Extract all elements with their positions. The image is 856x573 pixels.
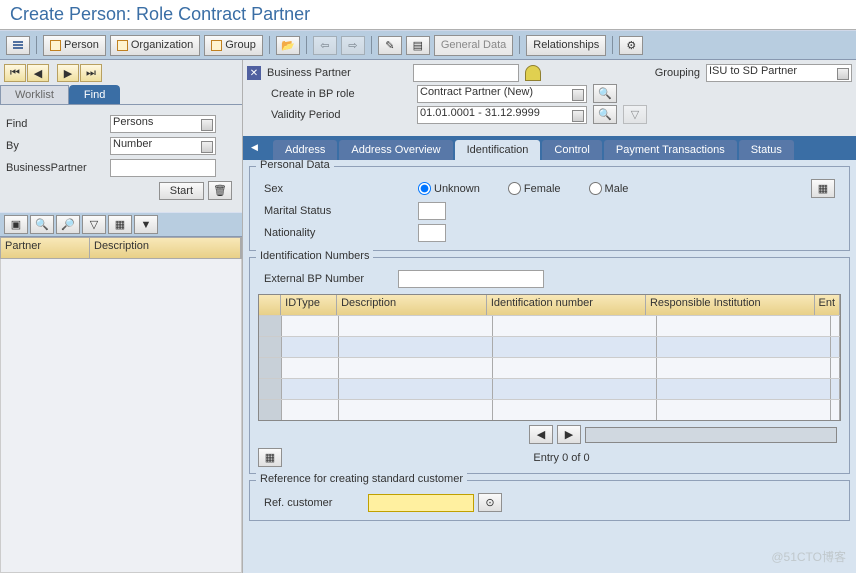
tab-status[interactable]: Status (739, 140, 794, 160)
role-select[interactable]: Contract Partner (New) (417, 85, 587, 103)
main-tabs: Address Address Overview Identification … (243, 136, 856, 160)
grid-config-icon[interactable]: ▦ (258, 448, 282, 467)
validity-input[interactable]: 01.01.0001 - 31.12.9999 (417, 106, 587, 124)
result-grid (0, 259, 242, 573)
col-partner[interactable]: Partner (1, 238, 90, 258)
page-left-icon[interactable]: ◀ (529, 425, 553, 444)
settings-icon[interactable]: ⚙ (619, 36, 643, 55)
find-label: Find (6, 118, 106, 130)
next-icon[interactable]: ▶ (57, 64, 79, 82)
by-select[interactable]: Number (110, 137, 216, 155)
back-icon[interactable]: ⇦ (313, 36, 337, 55)
main-toolbar: Person Organization Group 📂 ⇦ ⇨ ✎ ▤ Gene… (0, 30, 856, 60)
validity-label: Validity Period (271, 109, 411, 121)
grouping-select[interactable]: ISU to SD Partner (706, 64, 852, 82)
person-button[interactable]: Person (43, 35, 106, 56)
table-row[interactable] (259, 399, 840, 420)
left-pane: ⏮ ◀ ▶ ⏭ Worklist Find Find Persons By Numb… (0, 60, 243, 573)
ref-customer-input[interactable] (368, 494, 474, 512)
tab-content: Personal Data Sex Unknown Female Male ▦ … (243, 160, 856, 573)
find-icon[interactable]: 🔍 (30, 215, 54, 234)
row-selector-head (259, 295, 281, 315)
list-icon[interactable]: ▤ (406, 36, 430, 55)
tab-address[interactable]: Address (273, 140, 337, 160)
table-row[interactable] (259, 336, 840, 357)
layout-icon[interactable]: ▦ (108, 215, 132, 234)
bp-input[interactable] (110, 159, 216, 177)
tab-find[interactable]: Find (69, 85, 120, 104)
table-row[interactable] (259, 315, 840, 336)
sex-unknown[interactable]: Unknown (418, 182, 480, 195)
table-row[interactable] (259, 378, 840, 399)
id-grid: IDType Description Identification number… (258, 294, 841, 421)
grouping-label: Grouping (655, 67, 700, 79)
nationality-label: Nationality (264, 227, 414, 239)
tab-address-overview[interactable]: Address Overview (339, 140, 452, 160)
ext-bp-label: External BP Number (264, 273, 394, 285)
col-resp[interactable]: Responsible Institution (646, 295, 815, 315)
detail-icon[interactable]: ▣ (4, 215, 28, 234)
col-ent[interactable]: Ent (815, 295, 841, 315)
general-data-button[interactable]: General Data (434, 35, 513, 56)
tab-payment[interactable]: Payment Transactions (604, 140, 737, 160)
sex-male[interactable]: Male (589, 182, 629, 195)
sex-label: Sex (264, 183, 414, 195)
open-icon[interactable]: 📂 (276, 36, 300, 55)
personal-data-group: Personal Data Sex Unknown Female Male ▦ … (249, 166, 850, 251)
close-icon[interactable]: ✕ (247, 66, 261, 80)
table-row[interactable] (259, 357, 840, 378)
group-button[interactable]: Group (204, 35, 263, 56)
nationality-input[interactable] (418, 224, 446, 242)
ext-bp-input[interactable] (398, 270, 544, 288)
page-title: Create Person: Role Contract Partner (0, 0, 856, 30)
first-icon[interactable]: ⏮ (4, 64, 26, 82)
filter-icon[interactable]: ▽ (82, 215, 106, 234)
find2-icon[interactable]: 🔎 (56, 215, 80, 234)
last-icon[interactable]: ⏭ (80, 64, 102, 82)
tab-worklist[interactable]: Worklist (0, 85, 69, 104)
entry-count: Entry 0 of 0 (282, 452, 841, 464)
id-numbers-group: Identification Numbers External BP Numbe… (249, 257, 850, 474)
sex-female[interactable]: Female (508, 182, 561, 195)
relationships-button[interactable]: Relationships (526, 35, 606, 56)
page-right-icon[interactable]: ▶ (557, 425, 581, 444)
forward-icon[interactable]: ⇨ (341, 36, 365, 55)
col-description[interactable]: Description (90, 238, 241, 258)
by-label: By (6, 140, 106, 152)
role-label: Create in BP role (271, 88, 411, 100)
right-pane: ✕ Business Partner Grouping ISU to SD Pa… (243, 60, 856, 573)
find-select[interactable]: Persons (110, 115, 216, 133)
reference-group: Reference for creating standard customer… (249, 480, 850, 521)
trash-icon[interactable]: 🗑 (208, 181, 232, 200)
result-toolbar: ▣ 🔍 🔎 ▽ ▦ ▼ (0, 212, 242, 237)
bp-header-label: Business Partner (267, 67, 407, 79)
ref-customer-label: Ref. customer (264, 497, 364, 509)
role-search-icon[interactable]: 🔍 (593, 84, 617, 103)
tab-control[interactable]: Control (542, 140, 601, 160)
start-button[interactable]: Start (159, 182, 204, 200)
col-idtype[interactable]: IDType (281, 295, 337, 315)
organization-button[interactable]: Organization (110, 35, 200, 56)
bp-id-input[interactable] (413, 64, 519, 82)
validity-filter-icon[interactable]: ▽ (623, 105, 647, 124)
col-desc[interactable]: Description (337, 295, 487, 315)
prev-icon[interactable]: ◀ (27, 64, 49, 82)
expand-icon[interactable]: ▦ (811, 179, 835, 198)
bp-label: BusinessPartner (6, 162, 106, 174)
menu-icon[interactable] (6, 36, 30, 55)
tab-identification[interactable]: Identification (455, 140, 541, 160)
person-icon (525, 65, 541, 81)
h-scrollbar[interactable] (585, 427, 837, 443)
check-icon[interactable]: ✎ (378, 36, 402, 55)
more-icon[interactable]: ▼ (134, 215, 158, 234)
ref-search-icon[interactable]: ⊙ (478, 493, 502, 512)
marital-input[interactable] (418, 202, 446, 220)
validity-search-icon[interactable]: 🔍 (593, 105, 617, 124)
col-idnum[interactable]: Identification number (487, 295, 646, 315)
marital-label: Marital Status (264, 205, 414, 217)
